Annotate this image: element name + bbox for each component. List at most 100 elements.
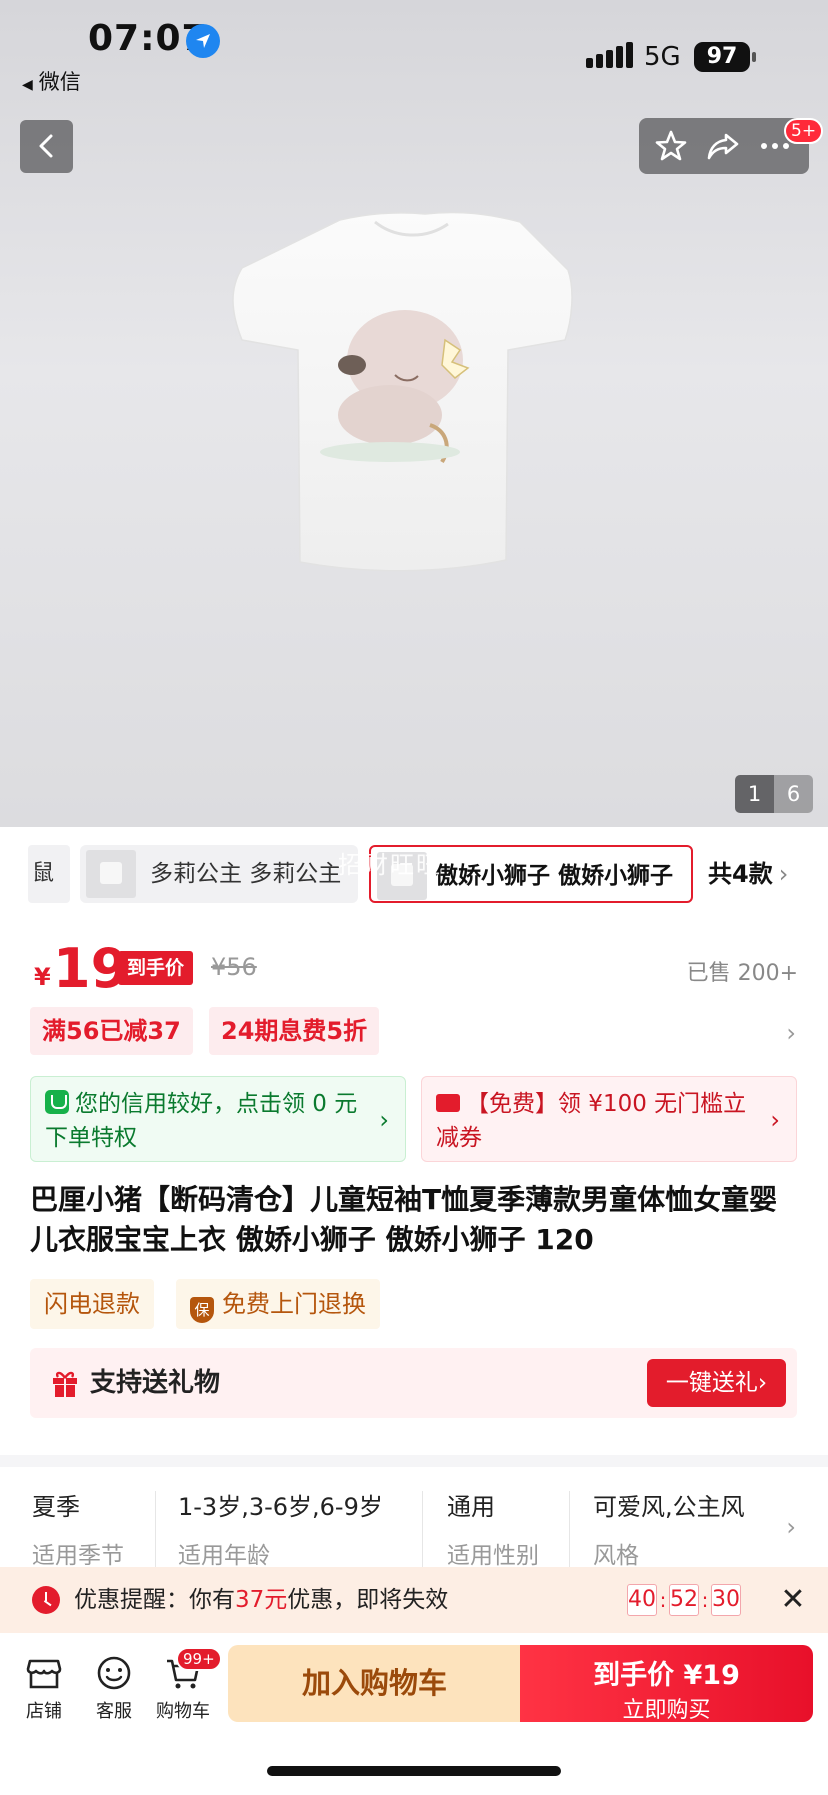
- countdown-colon: :: [701, 1588, 709, 1612]
- variant-count-link[interactable]: 共4款 ›: [708, 845, 788, 903]
- tab-service[interactable]: 客服: [84, 1653, 144, 1723]
- buy-now-button[interactable]: 到手价 ¥19 立即购买: [520, 1645, 813, 1723]
- attribute-season: 夏季 适用季节: [32, 1487, 124, 1570]
- buy-now-label: 立即购买: [622, 1698, 711, 1723]
- star-icon[interactable]: [653, 128, 689, 164]
- attribute-key: 适用季节: [32, 1543, 124, 1569]
- attribute-value: 夏季: [32, 1493, 80, 1521]
- coupon-benefit-text: 【免费】领 ¥100 无门槛立减券: [436, 1091, 747, 1151]
- countdown-hours: 40: [627, 1584, 657, 1616]
- back-app-label: 微信: [38, 70, 81, 94]
- promo-discount[interactable]: 满56已减37: [30, 1007, 193, 1055]
- back-button[interactable]: [20, 120, 73, 173]
- variant-selector: 鼠 多莉公主 多莉公主 傲娇小狮子 傲娇小狮子 招财旺旺 共4款 ›: [0, 827, 828, 927]
- credit-benefit-card[interactable]: 您的信用较好，点击领 0 元下单特权 ›: [30, 1076, 406, 1162]
- promo-installment[interactable]: 24期息费5折: [209, 1007, 380, 1055]
- send-gift-label: 一键送礼: [665, 1370, 758, 1396]
- chevron-right-icon: ›: [786, 1019, 796, 1047]
- buy-now-price: 到手价 ¥19: [593, 1660, 740, 1691]
- product-attributes[interactable]: 夏季 适用季节 1-3岁,3-6岁,6-9岁 适用年龄 通用 适用性别 可爱风,…: [0, 1475, 828, 1575]
- attribute-separator: [569, 1491, 570, 1567]
- product-gallery[interactable]: 07:07 ◀ 微信 5G 97 5+ 1 6: [0, 0, 828, 827]
- notification-badge: 5+: [784, 118, 824, 144]
- attribute-value: 通用: [447, 1493, 495, 1521]
- attribute-key: 风格: [593, 1543, 639, 1569]
- variant-count: 共4款: [708, 860, 773, 888]
- currency-symbol: ¥: [34, 963, 51, 991]
- tab-store[interactable]: 店铺: [14, 1653, 74, 1723]
- variant-thumbnail: [86, 850, 136, 898]
- discount-reminder-bar: 优惠提醒：你有37元优惠，即将失效 40 : 52 : 30 ✕: [0, 1567, 828, 1633]
- coupon-benefit-card[interactable]: 【免费】领 ¥100 无门槛立减券 ›: [421, 1076, 797, 1162]
- variant-item[interactable]: 多莉公主 多莉公主: [80, 845, 358, 903]
- tab-service-label: 客服: [96, 1701, 132, 1722]
- gift-banner: 支持送礼物 一键送礼›: [30, 1348, 797, 1418]
- shield-icon: 保: [190, 1297, 214, 1323]
- attribute-key: 适用性别: [447, 1543, 539, 1569]
- attribute-separator: [155, 1491, 156, 1567]
- reminder-amount: 37元: [235, 1587, 288, 1613]
- chevron-right-icon: ›: [778, 860, 789, 888]
- gallery-current-page: 1: [735, 775, 774, 813]
- reminder-prefix: 优惠提醒：你有: [74, 1587, 235, 1613]
- attribute-value: 1-3岁,3-6岁,6-9岁: [178, 1493, 383, 1521]
- chevron-right-icon: ›: [770, 1106, 780, 1134]
- chevron-right-icon: ›: [786, 1513, 796, 1541]
- close-icon[interactable]: ✕: [778, 1583, 808, 1617]
- clock-icon: [32, 1586, 60, 1614]
- back-triangle-icon: ◀: [22, 77, 33, 93]
- signal-bars-icon: [586, 42, 633, 68]
- cart-count-badge: 99+: [176, 1647, 222, 1671]
- back-to-app-link[interactable]: ◀ 微信: [22, 66, 81, 96]
- countdown-timer: 40 : 52 : 30: [627, 1584, 741, 1616]
- store-icon: [26, 1659, 62, 1689]
- tab-store-label: 店铺: [26, 1701, 62, 1722]
- countdown-seconds: 30: [711, 1584, 741, 1616]
- send-gift-button[interactable]: 一键送礼›: [647, 1359, 786, 1407]
- home-indicator: [267, 1766, 561, 1776]
- attribute-separator: [422, 1491, 423, 1567]
- service-refund-badge[interactable]: 闪电退款: [30, 1279, 154, 1329]
- back-icon: [39, 134, 53, 158]
- gift-icon: [53, 1371, 77, 1397]
- bottom-action-bar: 店铺 客服 购物车 99+ 加入购物车 到手价 ¥19 立即购买: [0, 1633, 828, 1743]
- credit-benefit-text: 您的信用较好，点击领 0 元下单特权: [45, 1091, 358, 1151]
- tab-cart-label: 购物车: [156, 1701, 210, 1722]
- attribute-value: 可爱风,公主风: [593, 1493, 745, 1521]
- sold-count: 已售 200+: [686, 961, 798, 986]
- reminder-suffix: 优惠，即将失效: [287, 1587, 449, 1613]
- watermark-text: 招财旺旺: [338, 851, 442, 879]
- gift-label: 支持送礼物: [90, 1368, 221, 1398]
- variant-label: 多莉公主 多莉公主: [150, 861, 342, 887]
- attribute-age: 1-3岁,3-6岁,6-9岁 适用年龄: [178, 1487, 383, 1570]
- chevron-right-icon: ›: [379, 1106, 389, 1134]
- customer-service-icon: [97, 1656, 131, 1690]
- final-price: 19: [53, 937, 129, 1000]
- countdown-colon: :: [659, 1588, 667, 1612]
- add-to-cart-button[interactable]: 加入购物车: [228, 1645, 521, 1722]
- variant-item-partial[interactable]: 鼠: [28, 845, 70, 903]
- network-type: 5G: [644, 42, 681, 72]
- share-icon[interactable]: [705, 128, 741, 164]
- top-action-group: [639, 118, 809, 174]
- price-tag-badge: 到手价: [118, 951, 194, 985]
- price-row: ¥ 19 到手价 ¥56 已售 200+: [0, 935, 828, 1005]
- chevron-right-icon: ›: [757, 1370, 768, 1396]
- gallery-total-pages: 6: [774, 775, 813, 813]
- battery-tip: [752, 52, 756, 62]
- battery-icon: 97: [694, 42, 750, 72]
- product-title: 巴厘小猪【断码清仓】儿童短袖T恤夏季薄款男童体恤女童婴儿衣服宝宝上衣 傲娇小狮子…: [30, 1183, 778, 1256]
- attribute-style: 可爱风,公主风 风格: [593, 1487, 745, 1570]
- variant-label: 傲娇小狮子 傲娇小狮子: [435, 863, 674, 889]
- attribute-gender: 通用 适用性别: [447, 1487, 539, 1570]
- coupon-card-icon: [436, 1094, 460, 1112]
- product-image: [190, 200, 650, 580]
- gallery-page-indicator: 1 6: [735, 775, 813, 813]
- section-divider: [0, 1455, 828, 1467]
- service-pickup-badge[interactable]: 保免费上门退换: [176, 1279, 380, 1329]
- original-price: ¥56: [211, 953, 257, 981]
- countdown-minutes: 52: [669, 1584, 699, 1616]
- promo-row[interactable]: 满56已减37 24期息费5折 ›: [0, 1007, 828, 1061]
- shopping-bag-icon: [45, 1090, 69, 1114]
- service-pickup-label: 免费上门退换: [222, 1290, 366, 1318]
